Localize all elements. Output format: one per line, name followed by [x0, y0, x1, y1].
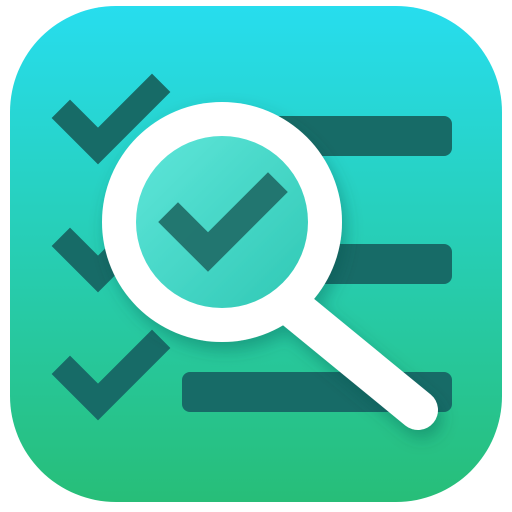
app-icon[interactable]	[0, 0, 512, 512]
app-icon-graphic	[10, 6, 502, 502]
